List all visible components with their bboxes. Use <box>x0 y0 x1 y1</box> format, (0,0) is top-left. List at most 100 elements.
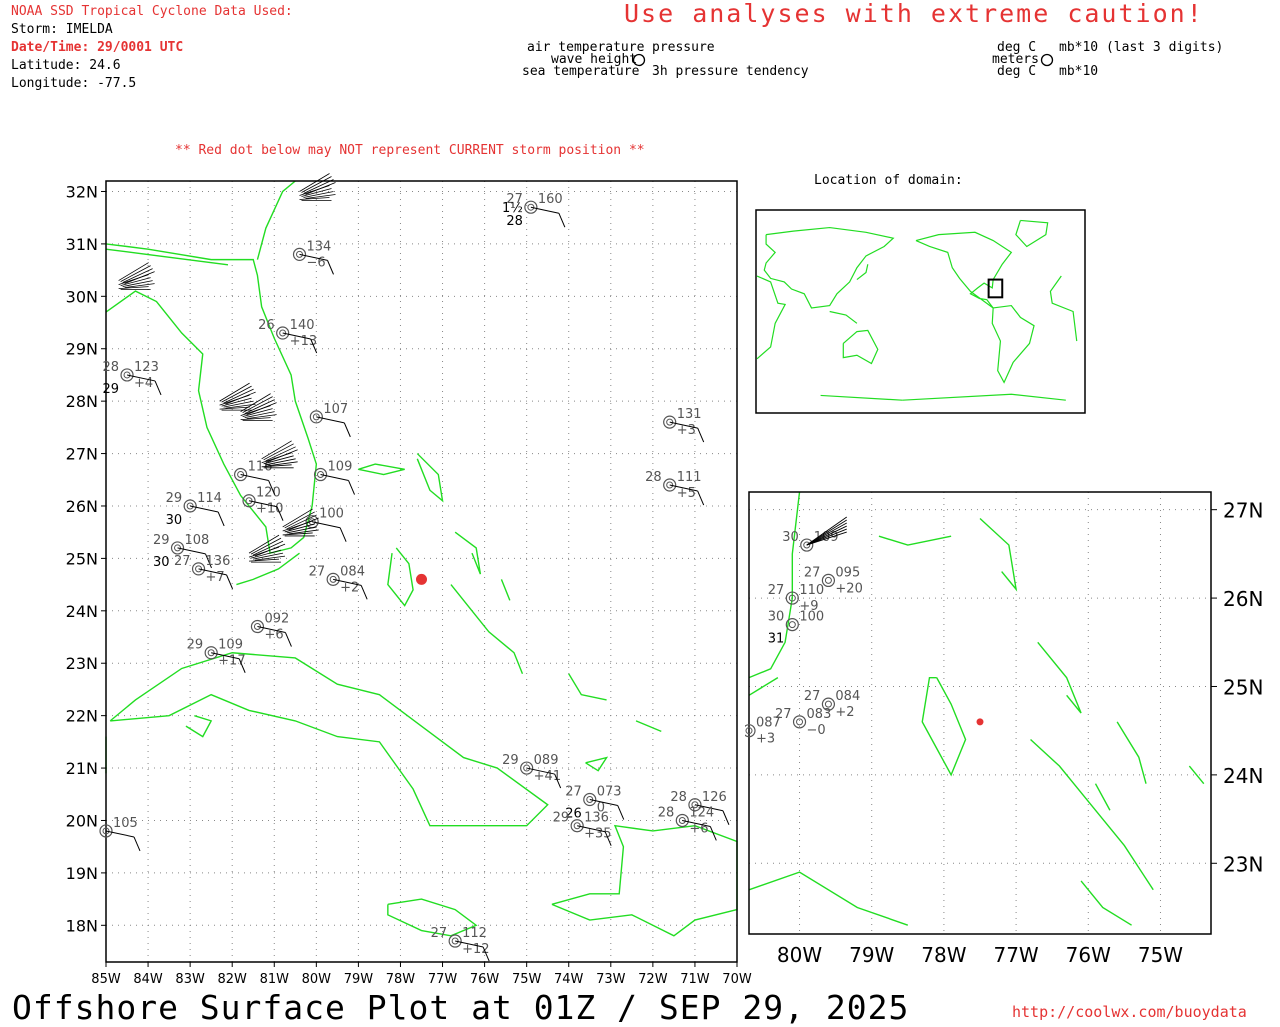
station-pressure: 107 <box>323 402 348 417</box>
main-map: 32N 31N 30N 29N 28N 27N 26N 25N 24N 23N 22N 21N 20N 1… <box>66 173 752 987</box>
source-url-link[interactable]: http://coolwx.com/buoydata <box>1012 1003 1247 1021</box>
station-pressure: 105 <box>113 816 138 831</box>
legend-pressure: pressure <box>652 40 715 55</box>
station-air-temp: 29 <box>153 533 170 548</box>
lat-label: 29N <box>66 340 98 359</box>
station-air-temp: 27 <box>309 564 326 579</box>
lat-label: 22N <box>66 707 98 726</box>
station-air-temp: 27 <box>804 565 821 580</box>
wind-barb <box>284 632 292 647</box>
station-pressure: 111 <box>677 470 702 485</box>
station-pressure: 112 <box>462 926 487 941</box>
lat-label: 25N <box>66 549 98 568</box>
lon-label: 82W <box>217 972 247 987</box>
station-air-temp: 27 <box>565 785 582 800</box>
location-title: Location of domain: <box>814 173 963 188</box>
wind-barb <box>558 213 566 228</box>
storm-position-dot <box>416 573 427 585</box>
lat-label: 31N <box>66 235 98 254</box>
wind-barb <box>240 474 269 482</box>
lat-label: 18N <box>66 916 98 935</box>
station-pressure: 160 <box>538 192 563 207</box>
wind-barb <box>320 474 349 482</box>
legend-unit-tendency: mb*10 <box>1059 64 1099 79</box>
station-air-temp: 30 <box>782 530 799 545</box>
station-inner-circle <box>788 621 796 629</box>
station-pressure: 084 <box>835 689 860 704</box>
lon-label: 74W <box>554 972 584 987</box>
latitude: Latitude: 24.6 <box>11 58 121 73</box>
station-pressure: 073 <box>597 785 622 800</box>
lat-label: 27N <box>66 445 98 464</box>
inset-lat-label: 27N <box>1223 499 1263 523</box>
station-tendency: +20 <box>835 581 862 596</box>
station-air-temp: 28 <box>102 360 119 375</box>
wind-barb <box>343 422 351 438</box>
inset-coastline <box>748 871 909 926</box>
lon-label: 81W <box>260 972 290 987</box>
station-tendency: +10 <box>256 502 283 517</box>
station-air-temp: 29 <box>187 638 204 653</box>
wind-barb <box>327 260 334 275</box>
inset-coastline <box>1030 739 1154 891</box>
lon-label: 83W <box>175 972 205 987</box>
legend-unit-circle-icon <box>1040 53 1054 67</box>
lon-label: 79W <box>344 972 374 987</box>
station-tendency: +35 <box>584 827 611 842</box>
inset-lon-label: 80W <box>777 943 822 967</box>
lat-label: 30N <box>66 287 98 306</box>
storm-name: Storm: IMELDA <box>11 22 113 37</box>
inset-lon-label: 76W <box>1066 943 1111 967</box>
lon-label: 71W <box>680 972 710 987</box>
legend-tendency: 3h pressure tendency <box>652 64 809 79</box>
red-dot-note: ** Red dot below may NOT represent CURRE… <box>175 143 645 158</box>
wind-barb <box>105 830 135 838</box>
lat-label: 20N <box>66 811 98 830</box>
coastline <box>568 673 607 701</box>
station-pressure: 131 <box>677 407 702 422</box>
station-pressure: 095 <box>835 565 860 580</box>
inset-coastline <box>1037 641 1082 714</box>
inset-coastline <box>979 518 1018 592</box>
station-air-temp: 30 <box>768 610 785 625</box>
station-pressure: 109 <box>328 460 353 475</box>
inset-coastline <box>878 535 952 546</box>
station-tendency: +17 <box>218 654 245 669</box>
legend-unit-sea: deg C <box>997 64 1037 79</box>
coastline <box>236 552 300 586</box>
wind-barb <box>226 574 234 590</box>
station-air-temp: 28 <box>658 805 675 820</box>
station-air-temp: 27 <box>174 554 191 569</box>
state-boundary <box>105 248 229 266</box>
station-pressure: 083 <box>807 707 832 722</box>
station-pressure: 084 <box>340 564 365 579</box>
station-inner-circle <box>796 718 804 726</box>
station-pressure: 123 <box>134 360 159 375</box>
lat-label: 19N <box>66 864 98 883</box>
inset-lat-label: 24N <box>1223 764 1263 788</box>
lat-label: 28N <box>66 392 98 411</box>
legend-sea-temp: sea temperature <box>522 64 640 79</box>
station-pressure: 092 <box>264 612 289 627</box>
station-pressure: 114 <box>197 491 222 506</box>
coastline <box>585 756 609 772</box>
lon-label: 75W <box>512 972 542 987</box>
station-pressure: 087 <box>756 716 781 731</box>
lon-label: 84W <box>133 972 163 987</box>
inset-storm-dot <box>976 718 984 726</box>
main-stations: 27 1601½28134−628 12329 +4131+328 111+529 114… <box>99 192 730 962</box>
station-air-temp: 29 <box>553 811 570 826</box>
coastline <box>454 531 482 575</box>
coastline <box>256 180 296 260</box>
station-tendency: +41 <box>534 769 561 784</box>
station-sea-temp: 28 <box>506 214 523 229</box>
station-air-temp: 26 <box>258 318 275 333</box>
station-sea-temp: 30 <box>153 555 170 570</box>
station-pressure: 110 <box>799 583 824 598</box>
station-pressure: 089 <box>534 753 559 768</box>
main-coastlines <box>105 180 738 937</box>
station-pressure: 108 <box>185 533 210 548</box>
wind-barb <box>617 805 625 820</box>
station-circle <box>663 415 677 429</box>
station-air-temp: 27 <box>431 926 448 941</box>
